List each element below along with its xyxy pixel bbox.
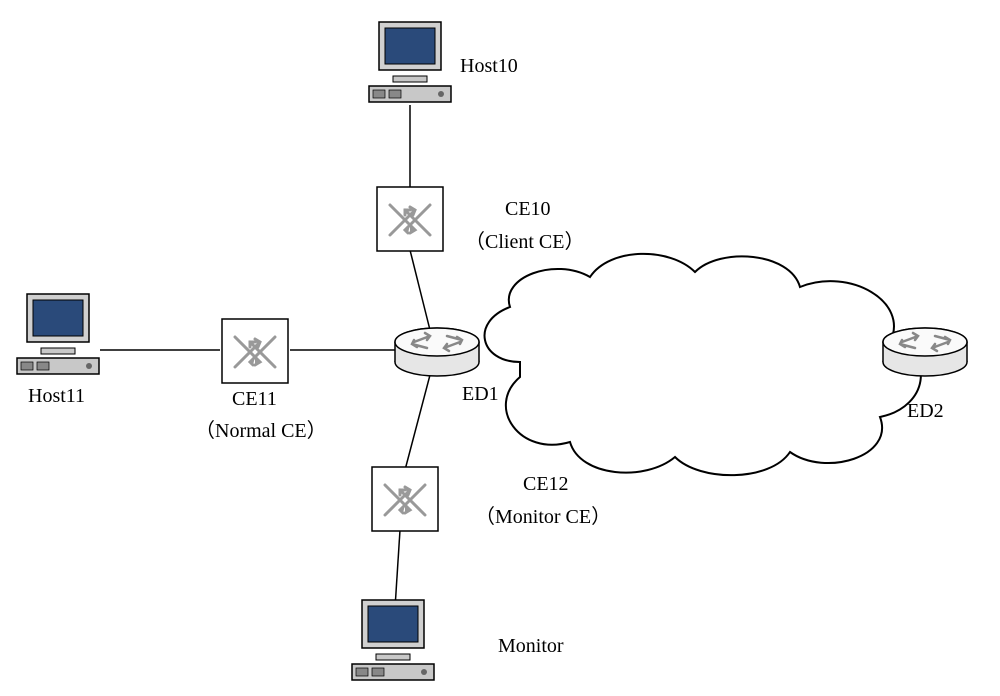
ce11-label-line1: CE11 (232, 388, 277, 411)
ed1-label: ED1 (462, 383, 499, 406)
computer-icon (367, 18, 453, 112)
host11-label: Host11 (28, 385, 85, 408)
network-topology-diagram: Host10 CE10 （Client CE） Host11 (0, 0, 1000, 696)
computer-icon (350, 596, 436, 690)
ce12-label-line2: （Monitor CE） (475, 500, 611, 529)
network-cloud-icon (460, 232, 940, 498)
router-icon (392, 324, 482, 386)
ce12-label-line1: CE12 (523, 473, 569, 496)
computer-icon (15, 290, 101, 384)
network-switch-icon (370, 465, 440, 539)
ce10-label-line2: （Client CE） (465, 225, 584, 254)
router-icon (880, 324, 970, 386)
ce10-label-line1: CE10 (505, 198, 551, 221)
ce11-label-line2: （Normal CE） (195, 414, 327, 443)
network-switch-icon (375, 185, 445, 259)
ed2-label: ED2 (907, 400, 944, 423)
host10-label: Host10 (460, 55, 518, 78)
monitor-label: Monitor (498, 635, 564, 658)
network-switch-icon (220, 317, 290, 391)
